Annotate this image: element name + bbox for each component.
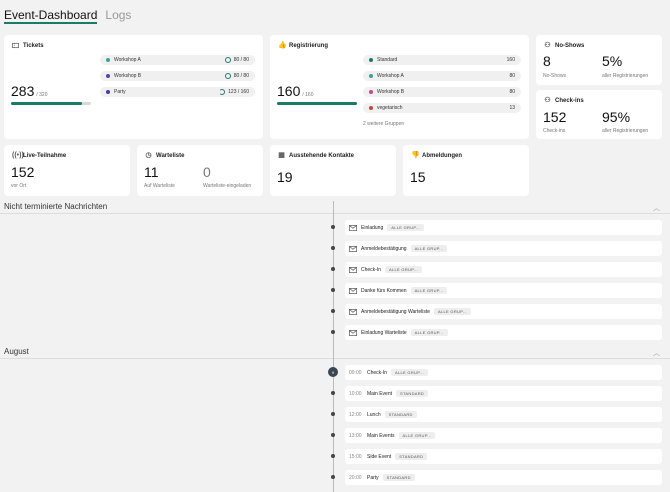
tickets-title: Tickets [12,42,44,49]
divider [0,213,670,214]
timeline-dot [331,330,335,334]
section-unscheduled-title: Nicht terminierte Nachrichten [4,202,108,211]
registration-item[interactable]: Workshop A 80 [363,71,521,81]
tab-bar: Event-Dashboard Logs [4,6,131,24]
checkins-value: 152 [543,109,567,125]
registration-card: 👍 Registrierung 160/ 160 Standard 160 Wor… [270,35,529,139]
timeline-dot [331,309,335,313]
checkins-title: ⚇ Check-ins [544,97,584,104]
more-groups-link[interactable]: 2 weitere Gruppen [363,121,404,127]
checkins-percent: 95% [602,109,631,125]
registration-item[interactable]: vegetarisch 13 [363,103,521,113]
envelope-icon [349,224,357,231]
tab-event-dashboard[interactable]: Event-Dashboard [4,6,98,24]
tickets-item[interactable]: Workshop B 80 / 80 [100,71,255,81]
waitlist-title: ◷ Warteliste [145,152,185,159]
progress-ring-icon [224,73,231,79]
live-title: ((•)) Live-Teilnahme [12,152,67,159]
message-row[interactable]: Anmeldebestätigung Warteliste ALLE GRUP..… [345,304,662,319]
waitlist-invited-value: 0 [203,164,211,180]
timeline-dot [331,454,335,458]
checkins-percent-label: aller Registrierungen [602,128,649,134]
chevron-up-icon[interactable]: ︿ [653,203,660,213]
progress-ring-icon [224,57,231,63]
envelope-icon [349,245,357,252]
envelope-icon [349,266,357,273]
tab-logs[interactable]: Logs [105,6,131,24]
section-august-title: August [4,347,29,356]
timeline-dot [331,246,335,250]
timeline-dot [331,267,335,271]
cancellations-title: 👎 Abmeldungen [411,152,462,159]
noshows-percent: 5% [602,53,623,69]
tickets-value: 283/ 320 [11,83,48,99]
live-label: vor Ort [11,183,27,189]
message-row[interactable]: Anmeldebestätigung ALLE GRUP... [345,241,662,256]
timeline-dot [331,412,335,416]
envelope-icon [349,329,357,336]
message-row[interactable]: Einladung ALLE GRUP... [345,220,662,235]
schedule-row[interactable]: 09:00 Check-In ALLE GRUP... [345,365,662,380]
registration-item[interactable]: Workshop B 80 [363,87,521,97]
timeline-line [333,201,334,492]
noshows-title: ⚇ No-Shows [544,42,585,49]
checkins-card: ⚇ Check-ins 152 Check-ins 95% aller Regis… [536,90,662,139]
calendar-icon: ▦ [278,152,285,159]
registration-title: 👍 Registrierung [278,42,329,49]
timeline-dot [331,433,335,437]
day-badge: 9 [328,367,338,377]
schedule-row[interactable]: 13:00 Main Events ALLE GRUP... [345,428,662,443]
message-row[interactable]: Check-In ALLE GRUP... [345,262,662,277]
user-x-icon: ⚇ [544,42,551,49]
waitlist-card: ◷ Warteliste 11 Auf Warteliste 0 Wartelis… [137,145,263,196]
message-row[interactable]: Einladung Warteliste ALLE GRUP... [345,325,662,340]
timeline-dot [331,391,335,395]
message-row[interactable]: Danke fürs Kommen ALLE GRUP... [345,283,662,298]
contacts-title: ▦ Ausstehende Kontakte [278,152,355,159]
noshows-label: No-Shows [543,73,567,79]
chevron-up-icon[interactable]: ︿ [653,348,660,358]
noshows-percent-label: aller Registrierungen [602,73,649,79]
broadcast-icon: ((•)) [12,152,24,159]
cancellations-value: 15 [410,169,426,185]
envelope-icon [349,308,357,315]
ticket-icon [12,42,19,49]
timeline-dot [331,288,335,292]
user-check-icon: ⚇ [544,97,551,104]
tickets-item[interactable]: Party 123 / 160 [100,87,255,97]
schedule-row[interactable]: 10:00 Main Event STANDARD [345,386,662,401]
waitlist-value: 11 [144,164,159,180]
live-value: 152 [11,164,35,180]
contacts-card: ▦ Ausstehende Kontakte 19 [270,145,396,196]
clock-icon: ◷ [145,152,152,159]
waitlist-invited-label: Warteliste-eingeladen [203,183,252,189]
thumbs-down-icon: 👎 [411,152,420,159]
checkins-label: Check-ins [543,128,566,134]
registration-progress [277,102,357,105]
progress-ring-icon [219,89,226,95]
tickets-progress [11,102,91,105]
registration-value: 160/ 160 [277,83,314,99]
contacts-value: 19 [277,169,293,185]
cancellations-card: 👎 Abmeldungen 15 [403,145,529,196]
timeline-dot [331,475,335,479]
thumbs-up-icon: 👍 [278,42,287,49]
schedule-row[interactable]: 12:00 Lunch STANDARD [345,407,662,422]
tickets-card: Tickets 283/ 320 Workshop A 80 / 80 Works… [4,35,263,139]
noshows-card: ⚇ No-Shows 8 No-Shows 5% aller Registrier… [536,35,662,85]
waitlist-label: Auf Warteliste [144,183,175,189]
envelope-icon [349,287,357,294]
schedule-row[interactable]: 20:00 Party STANDARD [345,470,662,485]
registration-item[interactable]: Standard 160 [363,55,521,65]
divider [0,358,670,359]
timeline-dot [331,225,335,229]
tickets-item[interactable]: Workshop A 80 / 80 [100,55,255,65]
noshows-value: 8 [543,53,551,69]
schedule-row[interactable]: 15:00 Side Event STANDARD [345,449,662,464]
live-card: ((•)) Live-Teilnahme 152 vor Ort [4,145,130,196]
